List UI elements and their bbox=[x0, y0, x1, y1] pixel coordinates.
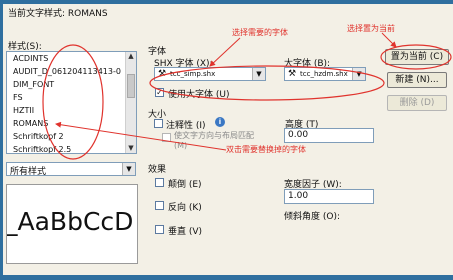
arrow-set-current bbox=[381, 32, 397, 48]
arrow-double-click bbox=[55, 121, 227, 151]
arrow-select-font bbox=[209, 37, 241, 67]
annotation-arrows bbox=[55, 32, 397, 151]
